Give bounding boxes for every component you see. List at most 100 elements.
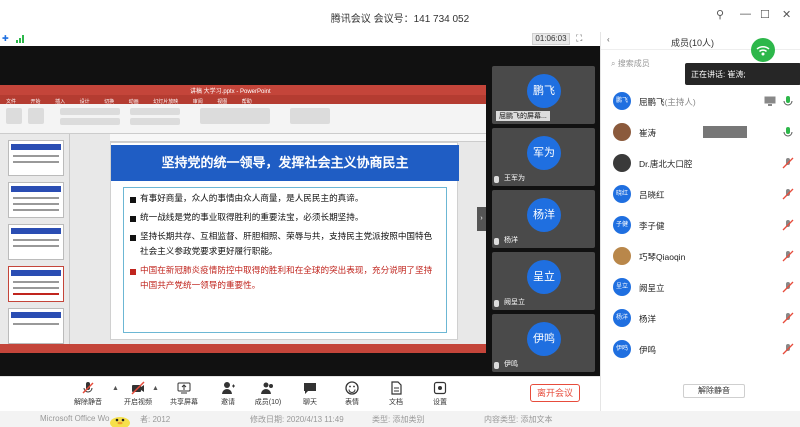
invite-icon xyxy=(222,382,235,394)
maximize-icon[interactable]: ☐ xyxy=(760,8,770,21)
avatar xyxy=(613,154,631,172)
toolbar-label: 共享屏幕 xyxy=(170,399,198,406)
avatar: 杨洋 xyxy=(613,309,631,327)
member-row[interactable]: 晓红 吕晓红 xyxy=(601,182,800,206)
bg-content-type: 内容类型: 添加文本 xyxy=(484,415,553,424)
member-row[interactable]: 杨洋 杨洋 xyxy=(601,306,800,330)
slide-thumbnail[interactable] xyxy=(8,182,64,218)
avatar: 子健 xyxy=(613,216,631,234)
share-screen-icon xyxy=(177,382,191,394)
slide-thumbnail[interactable] xyxy=(8,140,64,176)
mic-on-icon[interactable] xyxy=(782,126,794,138)
slide-canvas: 坚持党的统一领导，发挥社会主义协商民主 有事好商量，众人的事情由众人商量，是人民… xyxy=(110,142,459,340)
camera-off-icon xyxy=(131,381,145,395)
toolbar-label: 文档 xyxy=(389,399,403,406)
speaking-indicator: 正在讲话: 崔涛; xyxy=(685,63,800,85)
host-tag: (主持人) xyxy=(664,97,696,107)
collapse-tiles-handle[interactable]: › xyxy=(477,207,486,231)
network-status-icon[interactable] xyxy=(751,38,775,62)
invite-button[interactable]: 邀请 xyxy=(208,381,248,407)
avatar: 军为 xyxy=(527,136,561,170)
member-row[interactable]: 鹏飞 屈鹏飞(主持人) xyxy=(601,89,800,113)
mic-muted-icon[interactable] xyxy=(782,281,794,293)
mic-muted-icon[interactable] xyxy=(782,188,794,200)
mic-muted-icon xyxy=(494,300,499,307)
new-slide-icon[interactable] xyxy=(28,108,44,124)
video-tile[interactable]: 伊鸣 伊鸣 xyxy=(492,314,595,372)
unmute-button[interactable]: 解除静音 xyxy=(68,381,108,407)
member-row[interactable]: 子健 李子健 xyxy=(601,213,800,237)
member-name: 崔涛 xyxy=(639,128,657,138)
avatar: 伊鸣 xyxy=(613,340,631,358)
mic-on-icon[interactable] xyxy=(782,95,794,107)
toolbar-label: 邀请 xyxy=(221,399,235,406)
ppt-titlebar: 讲稿 大学习.pptx - PowerPoint xyxy=(0,85,486,95)
mic-muted-icon[interactable] xyxy=(782,219,794,231)
slide-thumbnail[interactable] xyxy=(8,224,64,260)
slide-bullet: 统一战线是党的事业取得胜利的重要法宝，必须长期坚持。 xyxy=(130,211,440,226)
meeting-timer: 01:06:03 xyxy=(532,33,570,45)
member-row[interactable]: 巧琴Qiaoqin xyxy=(601,244,800,268)
avatar: 呈立 xyxy=(527,260,561,294)
slide-thumbnails xyxy=(0,134,70,344)
ppt-ribbon-tabs: 文件 开始 插入 设计 切换 动画 幻灯片放映 审阅 视图 帮助 xyxy=(0,95,486,105)
slide-thumbnail-selected[interactable] xyxy=(8,266,64,302)
mic-muted-icon[interactable] xyxy=(782,250,794,262)
ppt-ribbon xyxy=(0,104,486,134)
close-icon[interactable]: ✕ xyxy=(782,8,791,21)
share-screen-button[interactable]: 共享屏幕 xyxy=(164,381,204,407)
slide-thumbnail[interactable] xyxy=(8,308,64,344)
mic-muted-icon xyxy=(494,176,499,183)
documents-button[interactable]: 文档 xyxy=(376,381,416,407)
collapse-panel-icon[interactable]: ‹ xyxy=(607,35,610,44)
bg-category: 类型: 添加类别 xyxy=(372,415,425,424)
video-tile[interactable]: 鹏飞 屈鹏飞的屏幕... xyxy=(492,66,595,124)
meeting-toolbar: 解除静音 ▲ 开启视频 ▲ 共享屏幕 邀请 成员(10) 聊天 表情 文档 设置… xyxy=(0,376,600,411)
mic-muted-icon[interactable] xyxy=(782,157,794,169)
slide-title: 坚持党的统一领导，发挥社会主义协商民主 xyxy=(111,145,459,181)
bg-author: 者: 2012 xyxy=(140,415,171,424)
members-title: 成员(10人) xyxy=(671,38,715,48)
signal-icon xyxy=(16,35,24,43)
info-icon[interactable]: ✚ xyxy=(2,34,9,43)
emoji-icon xyxy=(345,381,359,395)
mic-muted-icon[interactable] xyxy=(782,343,794,355)
ppt-ruler xyxy=(110,134,486,142)
chat-button[interactable]: 聊天 xyxy=(290,381,330,407)
settings-button[interactable]: 设置 xyxy=(420,381,460,407)
unmute-all-button[interactable]: 解除静音 xyxy=(683,384,745,398)
drawing-icon[interactable] xyxy=(200,108,270,124)
member-row[interactable]: 崔涛 xyxy=(601,120,800,144)
emoji-button[interactable]: 表情 xyxy=(332,381,372,407)
leave-meeting-button[interactable]: 离开会议 xyxy=(530,384,580,402)
paragraph-format-box[interactable] xyxy=(130,118,180,125)
paragraph-box[interactable] xyxy=(130,108,180,115)
fullscreen-icon[interactable]: ⛶ xyxy=(576,33,582,44)
font-format-box[interactable] xyxy=(60,118,120,125)
toolbar-label: 开启视频 xyxy=(124,399,152,406)
member-row[interactable]: 呈立 阙呈立 xyxy=(601,275,800,299)
toolbar-label: 聊天 xyxy=(303,399,317,406)
avatar: 鹏飞 xyxy=(613,92,631,110)
toolbar-label: 解除静音 xyxy=(74,399,102,406)
pin-icon[interactable]: ⚲ xyxy=(716,8,724,21)
avatar: 杨洋 xyxy=(527,198,561,232)
font-box[interactable] xyxy=(60,108,120,115)
minimize-icon[interactable]: — xyxy=(740,8,751,20)
paste-icon[interactable] xyxy=(6,108,22,124)
mic-muted-icon[interactable] xyxy=(782,312,794,324)
screen-share-icon xyxy=(764,96,776,106)
tile-name: 王军为 xyxy=(504,175,525,182)
member-name: 巧琴Qiaoqin xyxy=(639,252,686,262)
video-tile[interactable]: 杨洋 杨洋 xyxy=(492,190,595,248)
member-row[interactable]: Dr.唐北大口腔 xyxy=(601,151,800,175)
video-tile[interactable]: 呈立 阙呈立 xyxy=(492,252,595,310)
chevron-up-icon[interactable]: ▲ xyxy=(152,385,159,392)
avatar: 呈立 xyxy=(613,278,631,296)
video-tile[interactable]: 军为 王军为 xyxy=(492,128,595,186)
ppt-title: 讲稿 大学习.pptx - PowerPoint xyxy=(190,89,271,95)
members-button[interactable]: 成员(10) xyxy=(248,381,288,407)
gear-icon xyxy=(433,381,447,395)
editing-icon[interactable] xyxy=(290,108,330,124)
member-row[interactable]: 伊鸣 伊鸣 xyxy=(601,337,800,361)
